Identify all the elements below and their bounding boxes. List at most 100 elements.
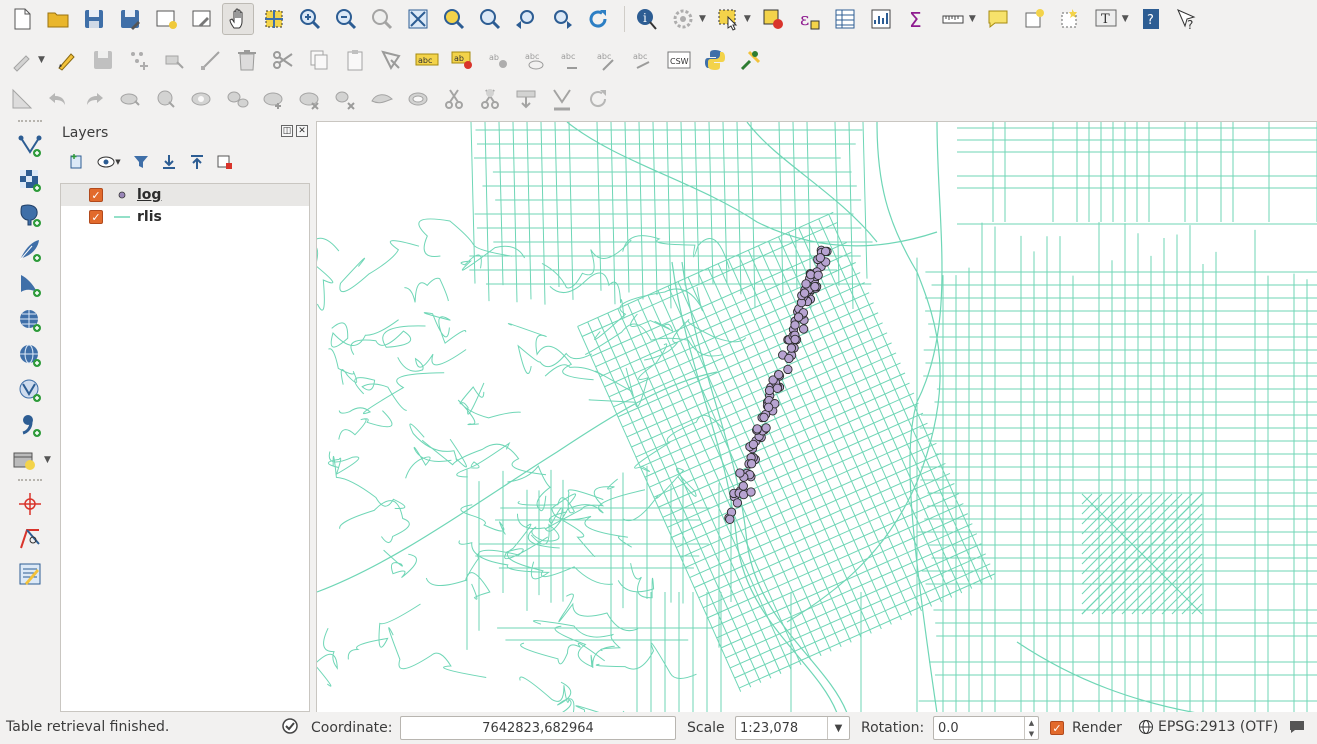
expand-all-button[interactable] xyxy=(158,151,180,173)
copy-features-button[interactable] xyxy=(303,44,335,76)
split-features-button[interactable] xyxy=(438,83,470,115)
zoom-in-button[interactable] xyxy=(294,3,326,35)
zoom-last-button[interactable] xyxy=(510,3,542,35)
label-show-hide-button[interactable]: ab xyxy=(483,44,515,76)
save-project-as-button[interactable] xyxy=(114,3,146,35)
spin-arrows-icon[interactable]: ▲ ▼ xyxy=(1024,717,1038,739)
layer-row-log[interactable]: log xyxy=(61,184,309,206)
processing-toolbox-button[interactable] xyxy=(12,557,48,591)
coordinate-toggle-icon[interactable] xyxy=(280,716,300,736)
label-abc-button[interactable]: abc xyxy=(411,44,443,76)
toolbar-handle[interactable] xyxy=(18,479,42,483)
select-features-button[interactable] xyxy=(712,3,744,35)
add-postgis-layer-button[interactable] xyxy=(12,198,48,232)
messages-button[interactable] xyxy=(1288,719,1306,735)
chevron-down-icon[interactable]: ▼ xyxy=(744,14,751,24)
new-project-button[interactable] xyxy=(6,3,38,35)
add-part-button[interactable] xyxy=(222,83,254,115)
label-pin-button[interactable]: ab xyxy=(447,44,479,76)
delete-selected-button[interactable] xyxy=(231,44,263,76)
zoom-out-button[interactable] xyxy=(330,3,362,35)
measure-button[interactable] xyxy=(937,3,969,35)
redo-button[interactable] xyxy=(78,83,110,115)
refresh-button[interactable] xyxy=(582,3,614,35)
identify-button[interactable]: i xyxy=(631,3,663,35)
plugins-button[interactable] xyxy=(735,44,767,76)
rotate-feature-button[interactable] xyxy=(114,83,146,115)
add-wcs-layer-button[interactable] xyxy=(12,338,48,372)
add-raster-layer-button[interactable] xyxy=(12,163,48,197)
delete-part-button[interactable] xyxy=(330,83,362,115)
render-check-icon[interactable] xyxy=(1050,721,1064,735)
add-spatialite-layer-button[interactable] xyxy=(12,233,48,267)
statistics-button[interactable] xyxy=(865,3,897,35)
chevron-down-icon[interactable]: ▼ xyxy=(115,158,120,166)
digitize-button[interactable] xyxy=(375,44,407,76)
deselect-button[interactable] xyxy=(757,3,789,35)
open-project-button[interactable] xyxy=(42,3,74,35)
reshape-button[interactable] xyxy=(366,83,398,115)
add-mssql-layer-button[interactable] xyxy=(12,268,48,302)
add-wfs-layer-button[interactable] xyxy=(12,373,48,407)
node-tool-button[interactable] xyxy=(195,44,227,76)
chevron-down-icon[interactable]: ▼ xyxy=(699,14,706,24)
sum-button[interactable]: Σ xyxy=(901,3,933,35)
show-bookmarks-button[interactable] xyxy=(1054,3,1086,35)
simplify-button[interactable] xyxy=(150,83,182,115)
new-layer-button[interactable]: ▼ xyxy=(12,443,56,477)
paste-features-button[interactable] xyxy=(339,44,371,76)
toggle-editing-button[interactable] xyxy=(51,44,83,76)
open-attribute-table-button[interactable] xyxy=(829,3,861,35)
chevron-down-icon[interactable]: ▼ xyxy=(1122,14,1129,24)
rotation-spinbox[interactable]: 0.0 ▲ ▼ xyxy=(933,716,1039,740)
add-feature-button[interactable] xyxy=(123,44,155,76)
zoom-next-button[interactable] xyxy=(546,3,578,35)
chevron-down-icon[interactable]: ▼ xyxy=(44,455,51,465)
save-project-button[interactable] xyxy=(78,3,110,35)
fill-ring-button[interactable] xyxy=(258,83,290,115)
layer-visibility-checkbox[interactable] xyxy=(89,188,103,202)
pan-map-button[interactable] xyxy=(222,3,254,35)
georeferencer-button[interactable] xyxy=(12,522,48,556)
float-panel-button[interactable]: ◫ xyxy=(281,125,293,137)
label-change-button[interactable]: abc xyxy=(591,44,623,76)
layer-tree[interactable]: log rlis xyxy=(60,183,310,712)
map-canvas[interactable] xyxy=(316,121,1317,712)
chevron-down-icon[interactable]: ▼ xyxy=(969,14,976,24)
collapse-all-button[interactable] xyxy=(186,151,208,173)
chevron-down-icon[interactable]: ▼ xyxy=(827,717,849,739)
zoom-to-selection-button[interactable] xyxy=(438,3,470,35)
new-bookmark-button[interactable] xyxy=(1018,3,1050,35)
crs-button[interactable]: EPSG:2913 (OTF) xyxy=(1138,719,1278,735)
gps-tools-button[interactable] xyxy=(12,487,48,521)
whats-this-button[interactable]: ? xyxy=(1171,3,1203,35)
python-console-button[interactable] xyxy=(699,44,731,76)
zoom-native-button[interactable] xyxy=(366,3,398,35)
layer-visibility-checkbox[interactable] xyxy=(89,210,103,224)
remove-layer-button[interactable] xyxy=(214,151,236,173)
layer-row-rlis[interactable]: rlis xyxy=(61,206,309,228)
snap-button[interactable] xyxy=(6,83,38,115)
move-feature-button[interactable] xyxy=(159,44,191,76)
manage-visibility-button[interactable]: ▼ xyxy=(94,151,124,173)
rotate-symbols-button[interactable] xyxy=(582,83,614,115)
cut-features-button[interactable] xyxy=(267,44,299,76)
help-button[interactable]: ? xyxy=(1135,3,1167,35)
new-print-composer-button[interactable] xyxy=(150,3,182,35)
map-tips-button[interactable] xyxy=(982,3,1014,35)
composer-manager-button[interactable] xyxy=(186,3,218,35)
offset-curve-button[interactable] xyxy=(402,83,434,115)
label-properties-button[interactable]: abc xyxy=(627,44,659,76)
expression-select-button[interactable]: ε xyxy=(793,3,825,35)
add-ring-button[interactable] xyxy=(186,83,218,115)
add-wms-layer-button[interactable] xyxy=(12,303,48,337)
merge-attributes-button[interactable] xyxy=(510,83,542,115)
label-move-button[interactable]: abc xyxy=(519,44,551,76)
filter-legend-button[interactable] xyxy=(130,151,152,173)
coordinate-value[interactable]: 7642823,682964 xyxy=(400,716,676,740)
add-delimited-text-layer-button[interactable] xyxy=(12,408,48,442)
chevron-down-icon[interactable]: ▼ xyxy=(38,55,45,65)
text-annotation-button[interactable]: T xyxy=(1090,3,1122,35)
zoom-full-button[interactable] xyxy=(402,3,434,35)
render-checkbox[interactable]: Render xyxy=(1050,720,1122,736)
